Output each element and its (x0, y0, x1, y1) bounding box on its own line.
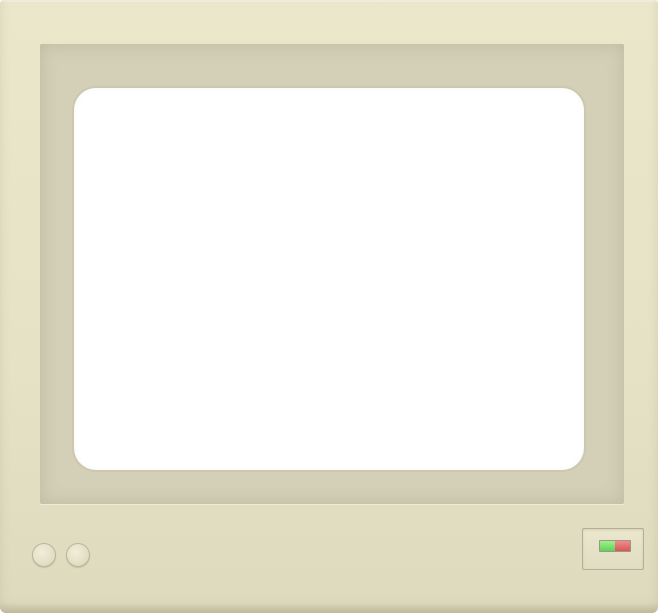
monitor-screen[interactable] (74, 88, 584, 470)
crt-monitor-body (0, 0, 658, 613)
power-off-led-icon (615, 541, 630, 551)
power-panel (582, 528, 644, 570)
power-switch[interactable] (599, 540, 631, 552)
power-on-led-icon (600, 541, 615, 551)
control-knob-left[interactable] (32, 543, 56, 567)
control-knob-right[interactable] (66, 543, 90, 567)
